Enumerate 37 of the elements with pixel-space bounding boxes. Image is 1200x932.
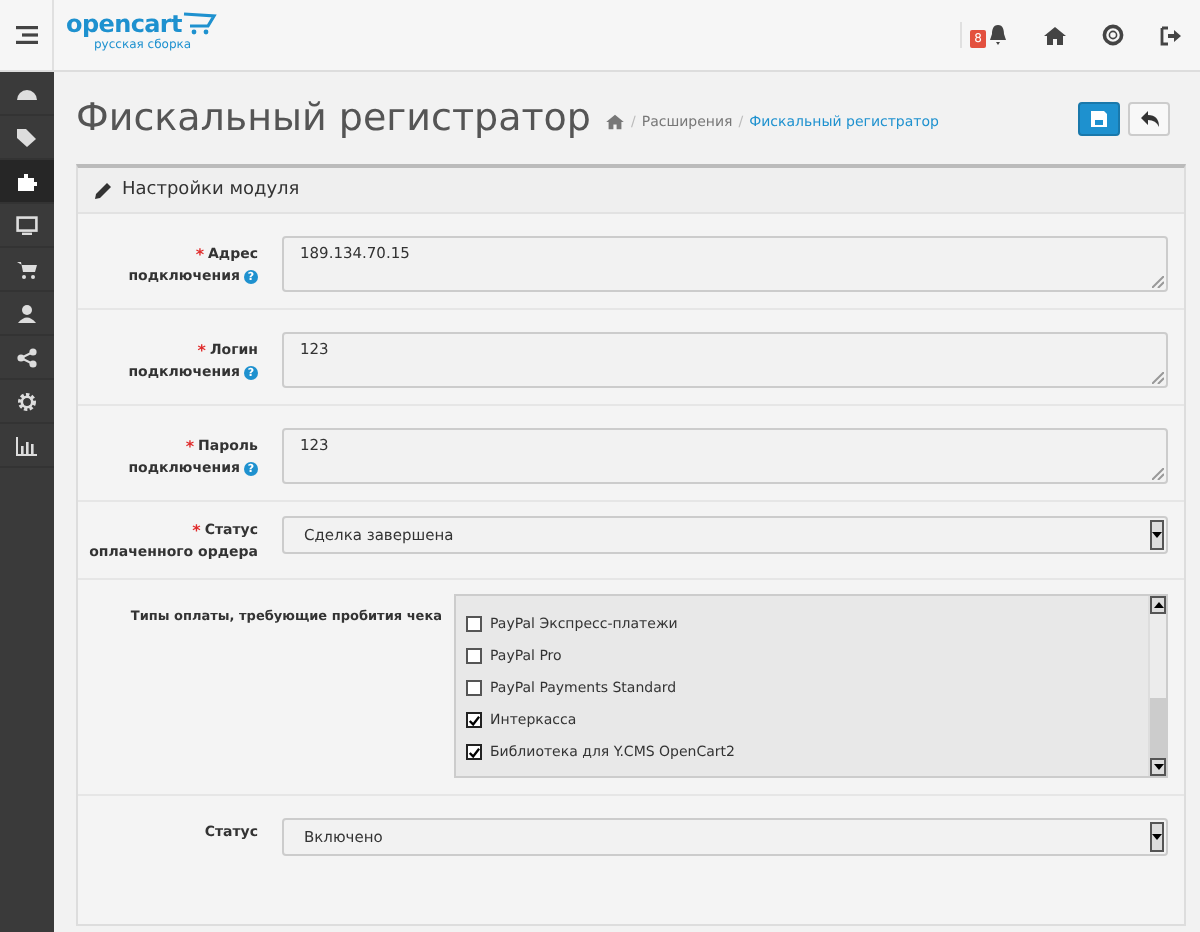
required-asterisk: *	[197, 342, 206, 360]
share-icon	[16, 347, 38, 367]
scrollbar[interactable]	[1148, 596, 1166, 776]
back-button[interactable]	[1128, 101, 1170, 135]
scroll-up-arrow-icon[interactable]	[1150, 596, 1166, 614]
puzzle-icon	[16, 171, 38, 191]
scroll-down-arrow-icon[interactable]	[1150, 758, 1166, 776]
checkbox[interactable]	[466, 680, 482, 696]
lifebuoy-icon[interactable]	[1102, 24, 1124, 46]
monitor-icon	[16, 215, 38, 235]
home-icon[interactable]	[606, 114, 625, 130]
save-button[interactable]	[1078, 101, 1120, 135]
cart-icon	[16, 259, 38, 279]
chart-icon	[16, 435, 38, 455]
bell-icon	[988, 24, 1008, 46]
resize-grip-icon[interactable]	[1152, 276, 1164, 288]
user-icon	[16, 303, 38, 323]
page-title: Фискальный регистратор	[76, 96, 591, 140]
panel-title: Настройки модуля	[122, 180, 300, 200]
gear-icon	[16, 391, 38, 411]
resize-grip-icon[interactable]	[1152, 372, 1164, 384]
required-asterisk: *	[185, 438, 195, 456]
checkbox[interactable]	[466, 744, 482, 760]
pencil-icon	[94, 181, 112, 199]
required-asterisk: *	[195, 246, 205, 264]
tags-icon	[16, 127, 38, 147]
home-icon[interactable]	[1044, 25, 1066, 45]
checkbox[interactable]	[466, 712, 482, 728]
checkbox[interactable]	[466, 648, 482, 664]
required-asterisk: *	[192, 522, 201, 540]
resize-grip-icon[interactable]	[1152, 468, 1164, 480]
checkbox[interactable]	[466, 616, 482, 632]
cart-logo-icon	[181, 11, 218, 35]
puzzle-menu-item[interactable]	[0, 160, 54, 204]
logo-text[interactable]: opencart	[66, 9, 182, 37]
sign-out-icon[interactable]	[1160, 25, 1182, 45]
reply-arrow-icon	[1139, 109, 1159, 127]
